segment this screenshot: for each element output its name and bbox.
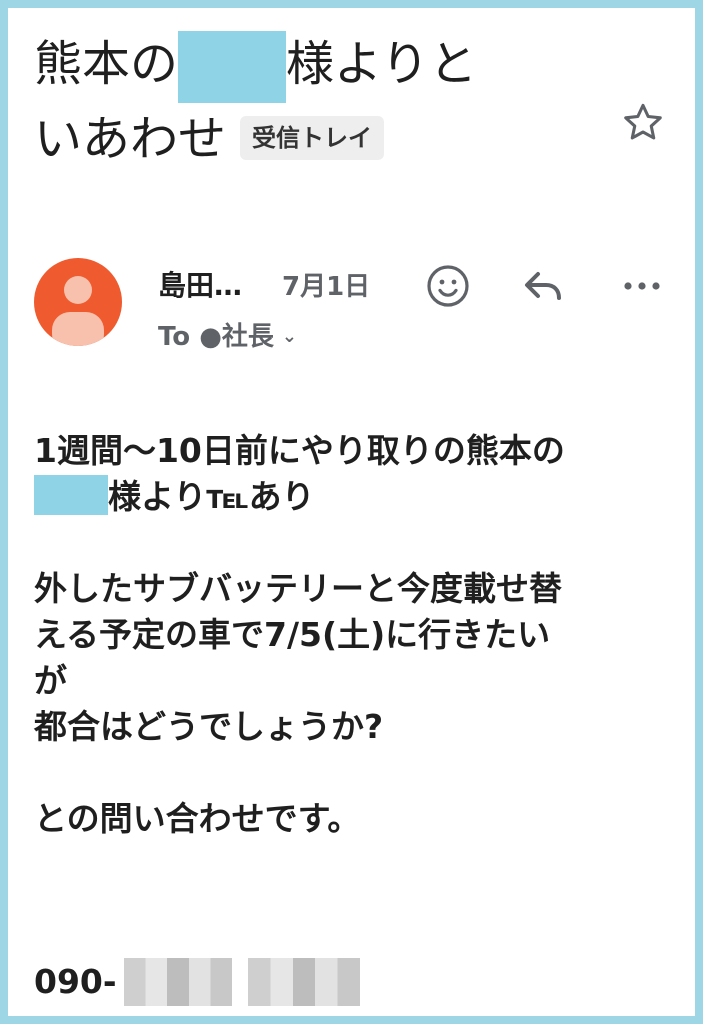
- body-line: が: [34, 661, 67, 700]
- body-line: 様より℡あり: [34, 474, 674, 520]
- body-line: える予定の車で7/5(土)に行きたい: [34, 615, 551, 654]
- body-line: 外したサブバッテリーと今度載せ替: [34, 569, 562, 608]
- email-body: 1週間〜10日前にやり取りの熊本の 様より℡あり 外したサブバッテリーと今度載せ…: [34, 428, 674, 842]
- reply-arrow-icon[interactable]: [520, 264, 568, 308]
- subject-prefix: 熊本の: [34, 36, 179, 92]
- pixelated-phone-part-2: [248, 958, 360, 1006]
- smiley-icon[interactable]: [424, 262, 472, 310]
- subject-line2: いあわせ: [34, 111, 227, 167]
- more-horizontal-icon[interactable]: [618, 264, 666, 308]
- body-line: との問い合わせです。: [34, 799, 361, 838]
- to-prefix: To: [158, 322, 191, 352]
- subject-suffix: 様よりと: [286, 36, 478, 92]
- pixelated-phone-part-1: [124, 958, 232, 1006]
- chevron-down-icon[interactable]: ⌄: [282, 326, 297, 347]
- inbox-label-chip[interactable]: 受信トレイ: [240, 116, 385, 160]
- body-text-span: 様より℡あり: [108, 477, 315, 516]
- star-outline-icon[interactable]: [620, 100, 666, 146]
- sender-name[interactable]: 島田…: [158, 264, 242, 304]
- recipient-details[interactable]: To ●社長 ⌄: [158, 316, 297, 353]
- phone-number-prefix: 090-: [34, 962, 117, 1001]
- person-icon: [52, 276, 104, 346]
- redacted-name: [34, 474, 108, 515]
- redacted-name: [178, 31, 287, 103]
- email-subject: 熊本の 様よりと いあわせ 受信トレイ: [34, 28, 594, 175]
- body-line: 1週間〜10日前にやり取りの熊本の: [34, 431, 565, 470]
- email-date: 7月1日: [282, 272, 371, 302]
- body-line: 都合はどうでしょうか?: [34, 707, 384, 746]
- recipient-name: ●社長: [199, 322, 274, 352]
- sender-avatar[interactable]: [34, 258, 122, 346]
